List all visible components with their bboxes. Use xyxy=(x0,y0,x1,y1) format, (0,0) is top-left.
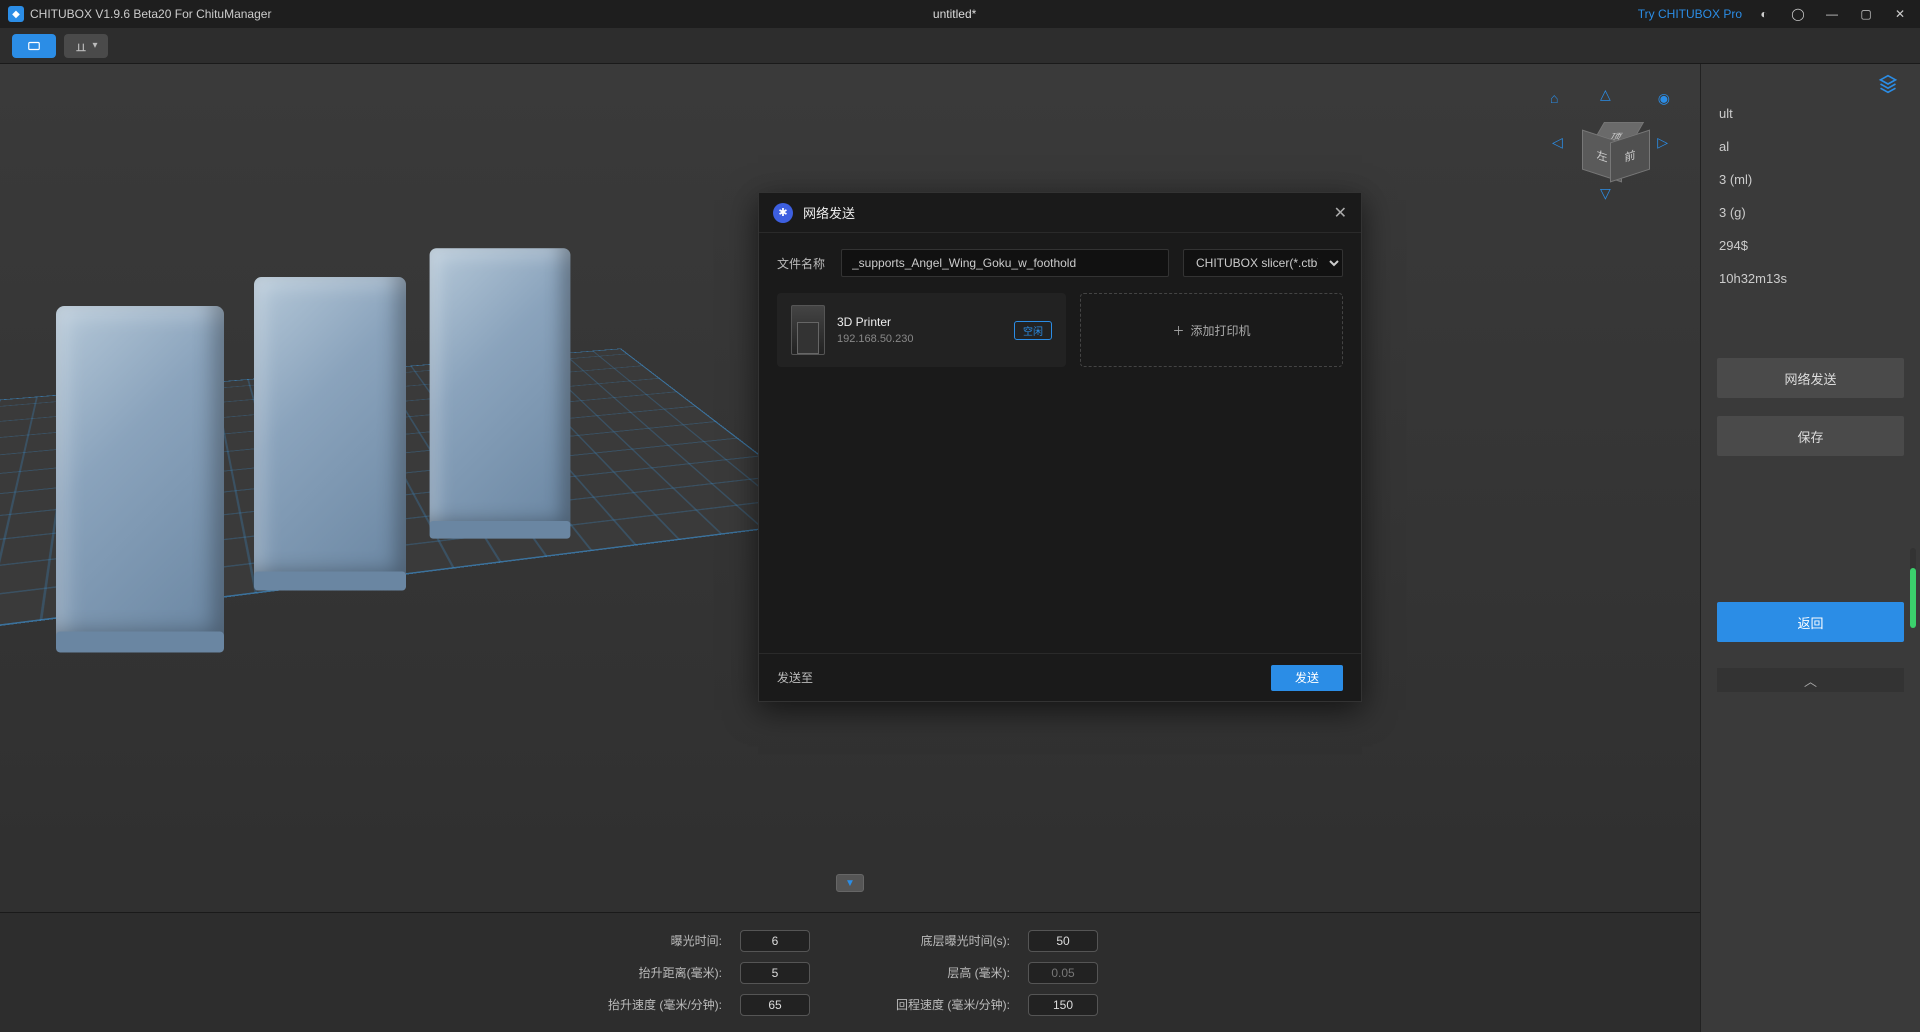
printer-card[interactable]: 3D Printer 192.168.50.230 空闲 xyxy=(777,293,1066,367)
collapse-panel-icon[interactable]: ︿ xyxy=(1717,668,1904,692)
save-button[interactable]: 保存 xyxy=(1717,416,1904,456)
weight-value: 3 (g) xyxy=(1717,199,1904,226)
chevron-down-icon: ▾ xyxy=(92,40,97,51)
slider-rail[interactable] xyxy=(1910,548,1916,628)
network-send-dialog: 网络发送 ✕ 文件名称 CHITUBOX slicer(*.ctb) 3D Pr… xyxy=(758,192,1362,702)
tab-layout-button[interactable] xyxy=(12,34,56,58)
time-value: 10h32m13s xyxy=(1717,265,1904,292)
orbit-left-icon[interactable]: ◁ xyxy=(1552,134,1563,151)
try-pro-link[interactable]: Try CHITUBOX Pro xyxy=(1638,7,1742,21)
lift-speed-value[interactable]: 65 xyxy=(740,994,810,1016)
layer-height-label: 层高 (毫米): xyxy=(890,964,1010,981)
plus-icon: ＋ xyxy=(1172,322,1184,339)
model-instance[interactable] xyxy=(254,277,406,581)
print-params-panel: 曝光时间: 6 抬升距离(毫米): 5 抬升速度 (毫米/分钟): 65 底层曝… xyxy=(0,912,1700,1032)
titlebar: CHITUBOX V1.9.6 Beta20 For ChituManager … xyxy=(0,0,1920,28)
filename-label: 文件名称 xyxy=(777,255,827,272)
account-icon[interactable]: ◯ xyxy=(1786,4,1810,24)
model-instance[interactable] xyxy=(430,248,571,530)
printer-thumb-icon xyxy=(791,305,825,355)
profile-value: ult xyxy=(1717,100,1904,127)
retract-speed-value[interactable]: 150 xyxy=(1028,994,1098,1016)
orbit-up-icon[interactable]: △ xyxy=(1600,86,1611,103)
close-icon[interactable]: ✕ xyxy=(1888,4,1912,24)
maximize-icon[interactable]: ▢ xyxy=(1854,4,1878,24)
bottom-exposure-value[interactable]: 50 xyxy=(1028,930,1098,952)
close-icon[interactable]: ✕ xyxy=(1334,203,1347,223)
network-icon xyxy=(773,203,793,223)
perspective-icon[interactable]: ◉ xyxy=(1658,90,1670,107)
minimize-icon[interactable]: ― xyxy=(1820,4,1844,24)
orbit-down-icon[interactable]: ▽ xyxy=(1600,185,1611,202)
add-printer-label: 添加打印机 xyxy=(1191,322,1251,339)
network-send-button[interactable]: 网络发送 xyxy=(1717,358,1904,398)
resin-value: al xyxy=(1717,133,1904,160)
retract-speed-label: 回程速度 (毫米/分钟): xyxy=(890,996,1010,1013)
back-button[interactable]: 返回 xyxy=(1717,602,1904,642)
app-logo-icon xyxy=(8,6,24,22)
exposure-label: 曝光时间: xyxy=(602,932,722,949)
volume-value: 3 (ml) xyxy=(1717,166,1904,193)
document-title: untitled* xyxy=(271,7,1637,21)
panel-toggle-icon[interactable]: ▼ xyxy=(836,874,864,892)
viewcube: ⌂ ◉ △ ▽ ◁ ▷ 顶 左 前 xyxy=(1550,84,1670,204)
tab-supports-button[interactable]: ▾ xyxy=(64,34,108,58)
printer-status-badge: 空闲 xyxy=(1014,321,1052,340)
slice-info-panel: ult al 3 (ml) 3 (g) 294$ 10h32m13s 网络发送 … xyxy=(1700,64,1920,1032)
app-title: CHITUBOX V1.9.6 Beta20 For ChituManager xyxy=(30,7,271,21)
printer-name: 3D Printer xyxy=(837,315,1002,329)
printer-ip: 192.168.50.230 xyxy=(837,333,1002,345)
filename-input[interactable] xyxy=(841,249,1169,277)
dialog-title: 网络发送 xyxy=(803,203,1334,222)
toolbar: ▾ xyxy=(0,28,1920,64)
layer-height-value[interactable]: 0.05 xyxy=(1028,962,1098,984)
orbit-right-icon[interactable]: ▷ xyxy=(1657,134,1668,151)
exposure-value[interactable]: 6 xyxy=(740,930,810,952)
format-select[interactable]: CHITUBOX slicer(*.ctb) xyxy=(1183,249,1343,277)
model-instance[interactable] xyxy=(56,306,224,642)
send-button[interactable]: 发送 xyxy=(1271,665,1343,691)
bottom-exposure-label: 底层曝光时间(s): xyxy=(890,932,1010,949)
lift-distance-label: 抬升距离(毫米): xyxy=(602,964,722,981)
send-to-label: 发送至 xyxy=(777,669,1259,686)
home-view-icon[interactable]: ⌂ xyxy=(1550,90,1558,106)
lift-distance-value[interactable]: 5 xyxy=(740,962,810,984)
add-printer-button[interactable]: ＋ 添加打印机 xyxy=(1080,293,1343,367)
lift-speed-label: 抬升速度 (毫米/分钟): xyxy=(602,996,722,1013)
price-value: 294$ xyxy=(1717,232,1904,259)
theme-icon[interactable]: ◐ xyxy=(1752,4,1776,24)
layers-icon[interactable] xyxy=(1878,74,1898,99)
